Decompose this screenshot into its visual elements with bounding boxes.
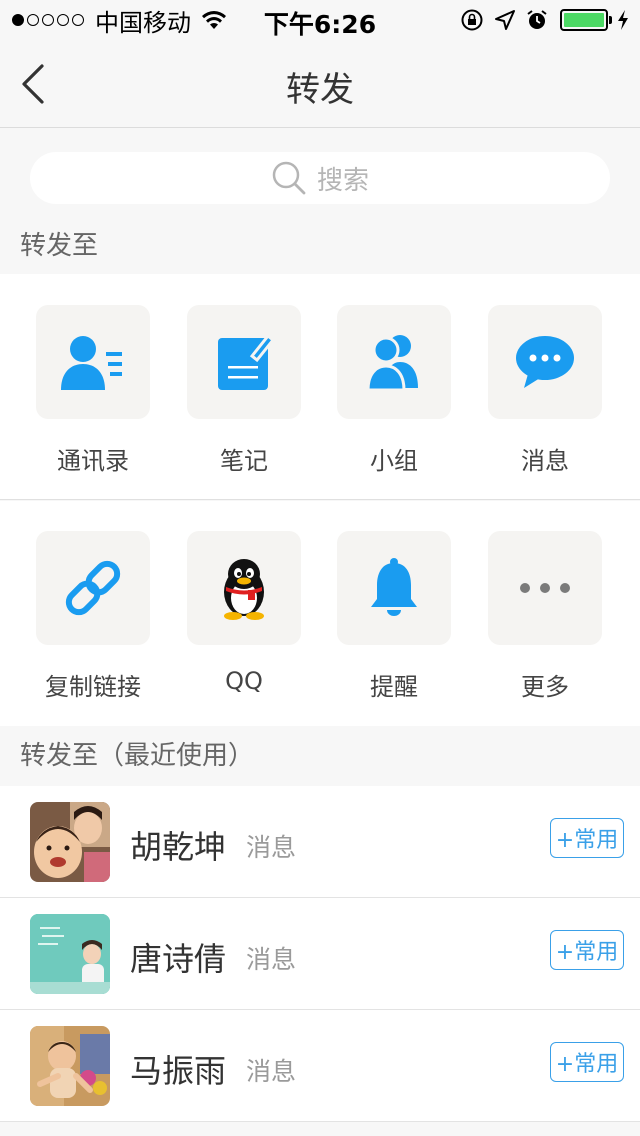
avatar bbox=[30, 1026, 110, 1106]
share-grid-row-2: 复制链接 QQ 提醒 更多 bbox=[0, 501, 640, 726]
add-favorite-button[interactable]: +常用 bbox=[550, 1042, 624, 1082]
share-tile bbox=[187, 305, 301, 419]
status-right bbox=[450, 7, 630, 33]
share-tile bbox=[187, 531, 301, 645]
search-input[interactable]: 搜索 bbox=[30, 152, 610, 204]
share-option-group[interactable]: 小组 bbox=[319, 305, 469, 476]
share-grid-row-1: 通讯录 笔记 小组 消息 bbox=[0, 274, 640, 500]
avatar bbox=[30, 802, 110, 882]
chat-bubble-icon bbox=[516, 336, 574, 388]
share-tile bbox=[337, 531, 451, 645]
more-dots-icon bbox=[520, 583, 570, 593]
group-icon bbox=[366, 335, 418, 392]
navigation-bar: 转发 bbox=[0, 40, 640, 128]
contact-name: 唐诗倩 bbox=[130, 940, 227, 978]
share-option-label: 提醒 bbox=[370, 673, 418, 701]
share-option-label: 消息 bbox=[521, 447, 569, 475]
share-option-label: 笔记 bbox=[220, 447, 268, 475]
share-option-label: 更多 bbox=[521, 673, 569, 701]
share-option-label: 复制链接 bbox=[45, 673, 141, 701]
list-item[interactable]: 胡乾坤 消息 +常用 bbox=[0, 786, 640, 898]
contact-type: 消息 bbox=[246, 945, 297, 974]
alarm-icon bbox=[527, 10, 547, 29]
add-favorite-button[interactable]: +常用 bbox=[550, 930, 624, 970]
contact-name: 胡乾坤 bbox=[130, 828, 227, 866]
share-option-label: QQ bbox=[225, 667, 263, 695]
contact-name: 马振雨 bbox=[130, 1052, 227, 1090]
add-favorite-button[interactable]: +常用 bbox=[550, 818, 624, 858]
share-option-message[interactable]: 消息 bbox=[470, 305, 620, 476]
share-tile bbox=[488, 531, 602, 645]
share-option-label: 小组 bbox=[370, 447, 418, 475]
bell-icon bbox=[371, 558, 417, 616]
share-tile bbox=[36, 531, 150, 645]
share-option-contacts[interactable]: 通讯录 bbox=[18, 305, 168, 476]
search-placeholder: 搜索 bbox=[316, 165, 369, 196]
link-icon bbox=[65, 560, 121, 616]
share-tile bbox=[36, 305, 150, 419]
rotation-lock-icon bbox=[461, 9, 483, 31]
battery-icon bbox=[560, 9, 612, 31]
share-option-copy-link[interactable]: 复制链接 bbox=[18, 531, 168, 702]
avatar bbox=[30, 914, 110, 994]
note-edit-icon bbox=[218, 333, 274, 390]
contact-type: 消息 bbox=[246, 1057, 297, 1086]
list-item[interactable]: 马振雨 消息 +常用 bbox=[0, 1010, 640, 1122]
contact-type: 消息 bbox=[246, 833, 297, 862]
share-option-reminder[interactable]: 提醒 bbox=[319, 531, 469, 702]
list-item[interactable]: 唐诗倩 消息 +常用 bbox=[0, 898, 640, 1010]
status-bar: 中国移动 下午6:26 bbox=[0, 0, 640, 40]
share-tile bbox=[337, 305, 451, 419]
share-tile bbox=[488, 305, 602, 419]
page-title: 转发 bbox=[286, 70, 354, 110]
recent-contacts-list: 胡乾坤 消息 +常用 唐诗倩 消息 +常用 马振雨 消息 +常用 bbox=[0, 786, 640, 1122]
recent-section-label: 转发至（最近使用） bbox=[20, 741, 255, 771]
share-option-qq[interactable]: QQ bbox=[169, 531, 319, 695]
qq-penguin-icon bbox=[224, 559, 264, 620]
location-arrow-icon bbox=[495, 10, 515, 30]
share-option-note[interactable]: 笔记 bbox=[169, 305, 319, 476]
search-icon bbox=[272, 161, 306, 195]
contacts-icon bbox=[61, 336, 122, 390]
share-option-label: 通讯录 bbox=[57, 447, 129, 475]
charging-bolt-icon bbox=[618, 10, 628, 30]
share-option-more[interactable]: 更多 bbox=[470, 531, 620, 702]
share-section-label: 转发至 bbox=[20, 231, 99, 261]
